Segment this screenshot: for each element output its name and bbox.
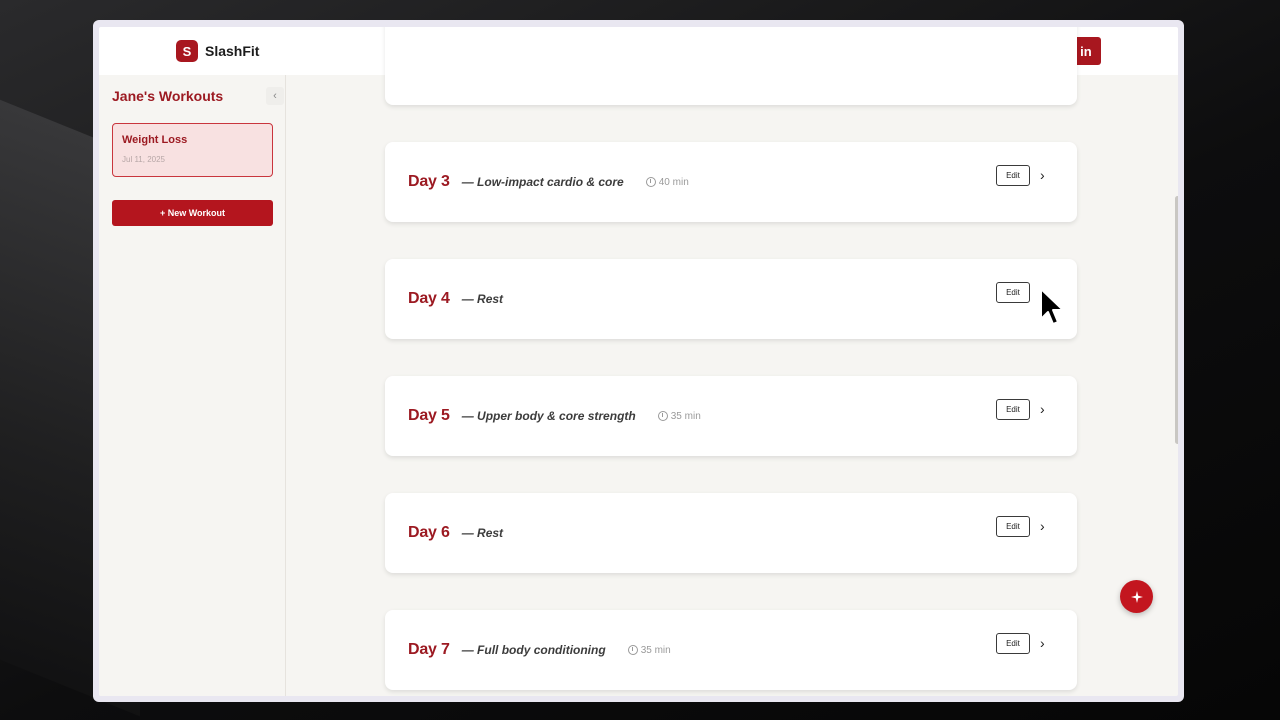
app-window: S SlashFit Sign in Jane's Workouts ‹ Wei…: [99, 27, 1178, 696]
new-workout-button[interactable]: + New Workout: [112, 200, 273, 226]
browser-frame: S SlashFit Sign in Jane's Workouts ‹ Wei…: [93, 20, 1184, 702]
duration: 35 min: [627, 644, 671, 656]
edit-button[interactable]: Edit: [996, 633, 1030, 654]
day-label: Day 3: [408, 173, 450, 190]
mouse-cursor-icon: [1040, 288, 1064, 325]
duration: 40 min: [645, 176, 689, 188]
timer-icon: [627, 645, 638, 655]
workout-name: Weight Loss: [122, 134, 188, 146]
day-description: — Low-impact cardio & core: [461, 175, 624, 189]
day-description: — Upper body & core strength: [461, 409, 636, 423]
app-name: SlashFit: [205, 43, 260, 59]
ai-sparkle-icon: [1130, 590, 1143, 603]
day-label: Day 5: [408, 407, 450, 424]
edit-button[interactable]: Edit: [996, 165, 1030, 186]
logo[interactable]: S SlashFit: [176, 40, 259, 62]
sidebar-title: Jane's Workouts: [112, 88, 224, 104]
day-card-partial: [385, 27, 1077, 105]
scrollbar[interactable]: [1175, 75, 1178, 696]
chevron-right-icon[interactable]: ›: [1040, 168, 1050, 182]
workout-item-selected[interactable]: Weight Loss Jul 11, 2025: [112, 123, 273, 177]
edit-button[interactable]: Edit: [996, 516, 1030, 537]
day-label: Day 6: [408, 524, 450, 541]
sidebar: Jane's Workouts ‹ Weight Loss Jul 11, 20…: [99, 75, 286, 696]
chevron-right-icon[interactable]: ›: [1040, 519, 1050, 533]
day-card[interactable]: Day 4 — Rest Edit ›: [385, 259, 1077, 339]
chevron-right-icon[interactable]: ›: [1040, 636, 1050, 650]
workout-date: Jul 11, 2025: [122, 155, 165, 164]
collapse-sidebar-button[interactable]: ‹: [266, 87, 284, 105]
day-label: Day 4: [408, 290, 450, 307]
timer-icon: [657, 411, 668, 421]
scrollbar-thumb[interactable]: [1175, 196, 1178, 444]
day-description: — Rest: [461, 526, 504, 540]
day-card[interactable]: Day 5 — Upper body & core strength 35 mi…: [385, 376, 1077, 456]
chevron-right-icon[interactable]: ›: [1040, 402, 1050, 416]
ai-assistant-button[interactable]: [1120, 580, 1153, 613]
duration-text: 40 min: [658, 176, 689, 188]
day-description: — Rest: [461, 292, 504, 306]
day-label: Day 7: [408, 641, 450, 658]
edit-button[interactable]: Edit: [996, 282, 1030, 303]
day-description: — Full body conditioning: [461, 643, 606, 657]
day-card[interactable]: Day 6 — Rest Edit ›: [385, 493, 1077, 573]
duration-text: 35 min: [640, 644, 671, 656]
duration: 35 min: [657, 410, 701, 422]
logo-mark-icon: S: [176, 40, 198, 62]
edit-button[interactable]: Edit: [996, 399, 1030, 420]
day-card[interactable]: Day 7 — Full body conditioning 35 min Ed…: [385, 610, 1077, 690]
timer-icon: [645, 177, 656, 187]
day-card[interactable]: Day 3 — Low-impact cardio & core 40 min …: [385, 142, 1077, 222]
duration-text: 35 min: [670, 410, 701, 422]
